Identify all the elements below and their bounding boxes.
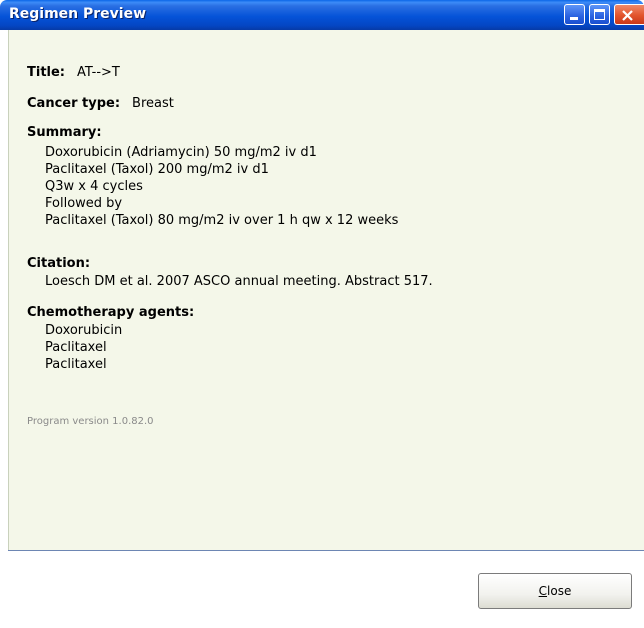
minimize-button[interactable] <box>564 4 585 25</box>
agent-item: Paclitaxel <box>45 340 107 355</box>
citation-label: Citation: <box>27 256 91 271</box>
summary-label: Summary: <box>27 125 102 140</box>
summary-line: Doxorubicin (Adriamycin) 50 mg/m2 iv d1 <box>45 145 317 160</box>
window-title: Regimen Preview <box>9 6 147 22</box>
close-button-label: lose <box>547 584 572 598</box>
minimize-icon <box>570 17 578 20</box>
maximize-button[interactable] <box>589 4 610 25</box>
summary-line: Q3w x 4 cycles <box>45 179 143 194</box>
close-window-button[interactable] <box>614 4 644 25</box>
agent-item: Paclitaxel <box>45 357 107 372</box>
maximize-icon <box>594 9 605 20</box>
agent-item: Doxorubicin <box>45 323 123 338</box>
close-accelerator: C <box>538 584 548 598</box>
title-label: Title: <box>27 65 66 80</box>
summary-line: Paclitaxel (Taxol) 80 mg/m2 iv over 1 h … <box>45 213 399 228</box>
citation-text: Loesch DM et al. 2007 ASCO annual meetin… <box>45 274 433 289</box>
title-value: AT-->T <box>77 65 120 80</box>
close-button[interactable]: Close <box>478 573 632 609</box>
cancer-type-value: Breast <box>132 96 174 111</box>
close-icon <box>622 10 633 21</box>
title-bar[interactable]: Regimen Preview <box>0 0 644 30</box>
agents-label: Chemotherapy agents: <box>27 305 195 320</box>
window-left-edge <box>0 30 8 628</box>
summary-line: Followed by <box>45 196 123 211</box>
regimen-preview-window: Regimen Preview Title: AT-->T Cancer type… <box>0 0 644 628</box>
summary-line: Paclitaxel (Taxol) 200 mg/m2 iv d1 <box>45 162 269 177</box>
cancer-type-label: Cancer type: <box>27 96 121 111</box>
program-version: Program version 1.0.82.0 <box>27 416 154 427</box>
title-row: Title: AT-->T <box>27 64 120 81</box>
cancer-type-row: Cancer type: Breast <box>27 95 174 112</box>
